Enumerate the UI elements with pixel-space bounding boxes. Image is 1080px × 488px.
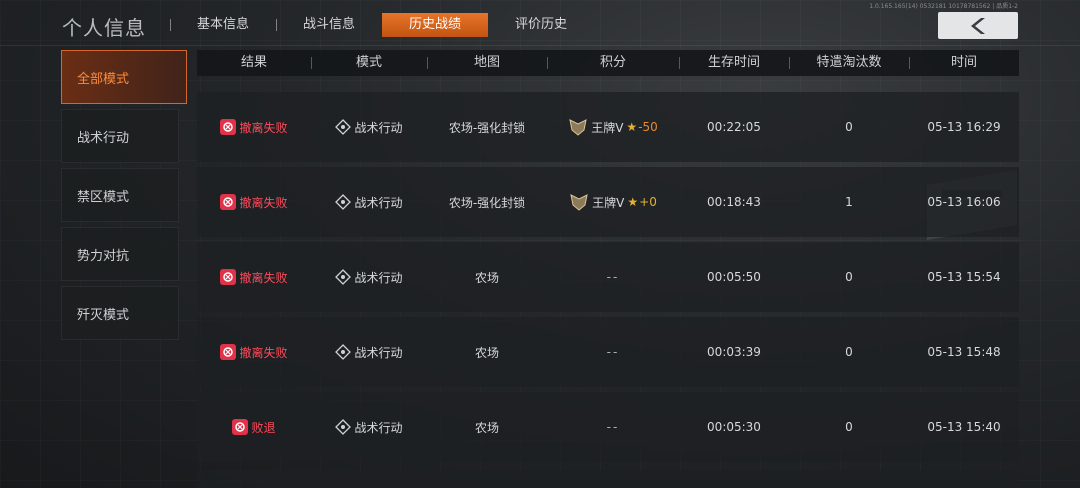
mode-sidebar: 全部模式 战术行动 禁区模式 势力对抗 歼灭模式 — [61, 50, 187, 345]
survival-time: 00:18:43 — [707, 195, 761, 209]
match-time: 05-13 16:06 — [927, 195, 1001, 209]
kill-count: 0 — [845, 120, 853, 134]
tab-battle-info[interactable]: 战斗信息 — [276, 13, 382, 37]
tactical-mode-icon — [335, 419, 352, 435]
kill-count: 1 — [845, 195, 853, 209]
tactical-mode-icon — [335, 194, 352, 210]
tab-basic-info[interactable]: 基本信息 — [170, 13, 276, 37]
column-header-score: 积分 — [547, 50, 679, 76]
table-row[interactable]: 撤离失败 战术行动 农场-强化封锁 王牌V ★ -50 00:22:05 0 0… — [197, 92, 1019, 162]
fail-icon — [220, 119, 237, 135]
history-table: 结果 模式 地图 积分 生存时间 特遣淘汰数 时间 撤离失败 战术行动 农场-强… — [197, 50, 1019, 462]
result-text: 撤离失败 — [239, 195, 288, 210]
kill-count: 0 — [845, 270, 853, 284]
sidebar-item-faction-battle[interactable]: 势力对抗 — [61, 227, 179, 281]
rank-text: 王牌V — [591, 120, 624, 135]
result-text: 撤离失败 — [239, 345, 288, 360]
mode-text: 战术行动 — [354, 345, 403, 360]
tab-bar: 基本信息 战斗信息 历史战绩 评价历史 — [170, 13, 594, 37]
table-row[interactable]: 撤离失败 战术行动 农场 -- 00:03:39 0 05-13 15:48 — [197, 317, 1019, 387]
column-header-kills: 特遣淘汰数 — [789, 50, 909, 76]
fail-icon — [220, 269, 237, 285]
match-time: 05-13 15:40 — [927, 420, 1001, 434]
kill-count: 0 — [845, 345, 853, 359]
tactical-mode-icon — [335, 344, 352, 360]
tab-match-history[interactable]: 历史战绩 — [382, 13, 488, 37]
sidebar-item-all-modes[interactable]: 全部模式 — [61, 50, 187, 104]
score-text: -- — [606, 420, 620, 434]
score-delta: +0 — [639, 195, 657, 209]
column-header-survival: 生存时间 — [679, 50, 789, 76]
rank-badge-icon — [569, 119, 587, 136]
table-row-partial — [197, 470, 1019, 488]
match-time: 05-13 16:29 — [927, 120, 1001, 134]
table-row[interactable]: 撤离失败 战术行动 农场-强化封锁 王牌V ★ +0 00:18:43 1 05… — [197, 167, 1019, 237]
map-text: 农场-强化封锁 — [448, 120, 526, 135]
column-header-map: 地图 — [427, 50, 547, 76]
star-icon: ★ — [627, 195, 639, 209]
header: 个人信息 基本信息 战斗信息 历史战绩 评价历史 1.0.165.165(14)… — [0, 0, 1080, 46]
table-header: 结果 模式 地图 积分 生存时间 特遣淘汰数 时间 — [197, 50, 1019, 76]
version-text: 1.0.165.165(14) 0532181 10178781562 | 品质… — [869, 3, 1018, 10]
survival-time: 00:05:50 — [707, 270, 761, 284]
map-text: 农场-强化封锁 — [448, 195, 526, 210]
retreat-icon — [232, 419, 249, 435]
chevron-left-icon — [971, 17, 985, 34]
table-row[interactable]: 败退 战术行动 农场 -- 00:05:30 0 05-13 15:40 — [197, 392, 1019, 462]
survival-time: 00:05:30 — [707, 420, 761, 434]
tactical-mode-icon — [335, 119, 352, 135]
column-header-time: 时间 — [909, 50, 1019, 76]
rank-badge-icon — [570, 194, 588, 211]
score-text: -- — [606, 270, 620, 284]
mode-text: 战术行动 — [354, 120, 403, 135]
tab-review-history[interactable]: 评价历史 — [488, 13, 594, 37]
mode-text: 战术行动 — [354, 195, 403, 210]
kill-count: 0 — [845, 420, 853, 434]
fail-icon — [220, 194, 237, 210]
table-row[interactable]: 撤离失败 战术行动 农场 -- 00:05:50 0 05-13 15:54 — [197, 242, 1019, 312]
star-icon: ★ — [626, 120, 638, 134]
map-text: 农场 — [474, 420, 499, 435]
score-text: -- — [606, 345, 620, 359]
mode-text: 战术行动 — [354, 420, 403, 435]
sidebar-item-annihilation[interactable]: 歼灭模式 — [61, 286, 179, 340]
back-button[interactable] — [938, 12, 1018, 39]
fail-icon — [220, 344, 237, 360]
map-text: 农场 — [474, 270, 499, 285]
match-time: 05-13 15:54 — [927, 270, 1001, 284]
column-header-mode: 模式 — [311, 50, 427, 76]
map-text: 农场 — [474, 345, 499, 360]
tactical-mode-icon — [335, 269, 352, 285]
rank-text: 王牌V — [592, 195, 625, 210]
sidebar-item-tactical-ops[interactable]: 战术行动 — [61, 109, 179, 163]
sidebar-item-restricted-zone[interactable]: 禁区模式 — [61, 168, 179, 222]
result-text: 败退 — [251, 420, 276, 435]
result-text: 撤离失败 — [239, 120, 288, 135]
result-text: 撤离失败 — [239, 270, 288, 285]
survival-time: 00:22:05 — [707, 120, 761, 134]
match-time: 05-13 15:48 — [927, 345, 1001, 359]
survival-time: 00:03:39 — [707, 345, 761, 359]
page-title: 个人信息 — [62, 16, 146, 40]
mode-text: 战术行动 — [354, 270, 403, 285]
score-delta: -50 — [638, 120, 658, 134]
column-header-result: 结果 — [240, 55, 267, 70]
